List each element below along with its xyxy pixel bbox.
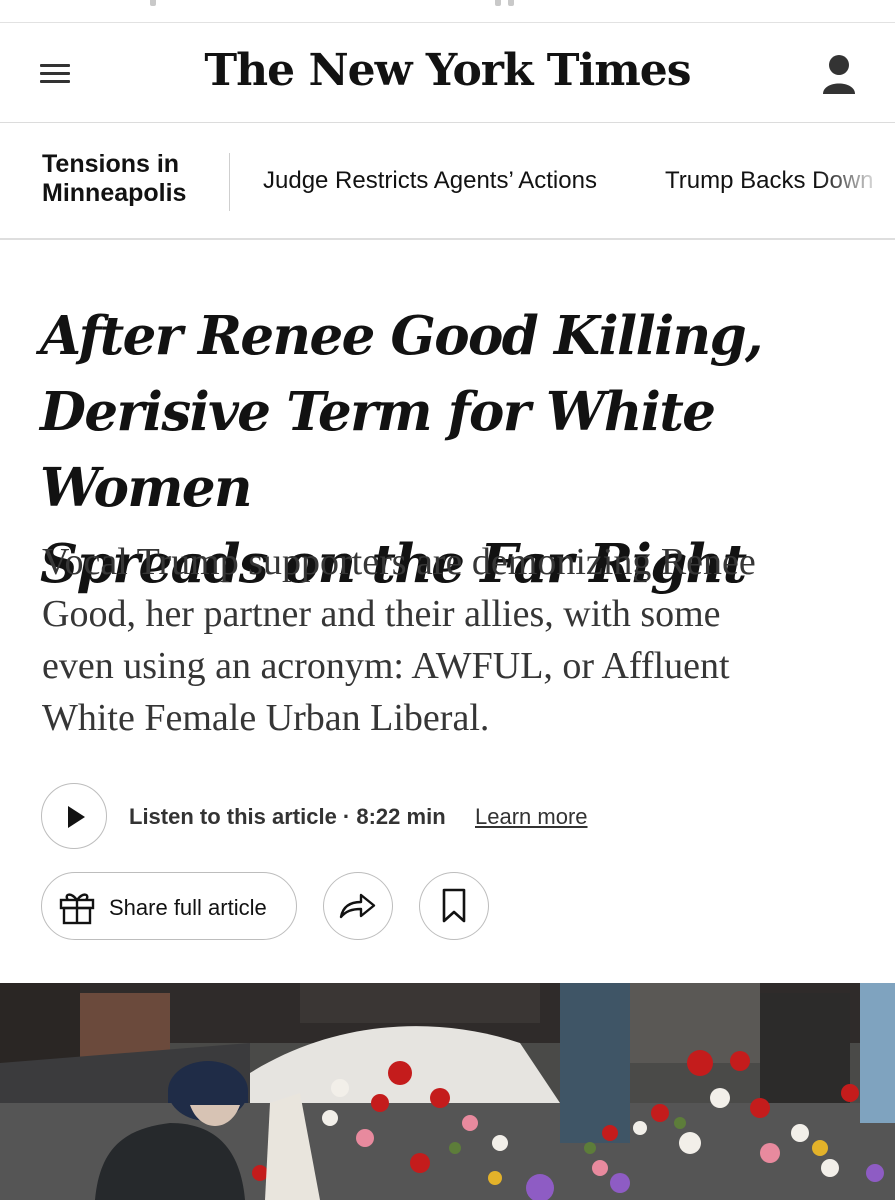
share-arrow-icon <box>339 893 376 919</box>
nyt-logo[interactable]: The New York Times <box>0 45 895 96</box>
subnav-divider <box>229 153 230 211</box>
headline-line: After Renee Good Killing, <box>40 305 763 367</box>
masthead: The New York Times <box>0 23 895 123</box>
play-button[interactable] <box>41 783 107 849</box>
save-bookmark-button[interactable] <box>419 872 489 940</box>
user-account-icon[interactable] <box>818 53 860 97</box>
subnav-fade <box>820 123 895 236</box>
subnav-topic-title[interactable]: Tensions in Minneapolis <box>42 150 186 208</box>
article-summary: Vocal Trump supporters are demonizing Re… <box>42 536 862 744</box>
share-full-article-label: Share full article <box>109 895 267 920</box>
subnav-title-line: Tensions in <box>42 150 180 178</box>
gift-icon <box>58 889 96 930</box>
bookmark-icon <box>442 888 466 923</box>
browser-top-strip <box>0 0 895 23</box>
subnav-link-judge-restricts[interactable]: Judge Restricts Agents’ Actions <box>263 167 597 195</box>
article-actions: Share full article <box>41 872 541 944</box>
share-full-article-button[interactable]: Share full article <box>41 872 297 940</box>
audio-player: Listen to this article · 8:22 min Learn … <box>41 783 741 851</box>
topic-subnav: Tensions in Minneapolis Judge Restricts … <box>0 123 895 240</box>
learn-more-link[interactable]: Learn more <box>475 804 588 830</box>
summary-line: even using an acronym: AWFUL, or Affluen… <box>42 645 730 687</box>
headline-line: Derisive Term for White Women <box>40 381 716 519</box>
summary-line: Vocal Trump supporters are demonizing Re… <box>42 541 756 583</box>
article-lead-photo <box>0 983 895 1200</box>
listen-label: Listen to this article · 8:22 min <box>129 804 446 829</box>
play-icon <box>68 806 85 828</box>
summary-line: Good, her partner and their allies, with… <box>42 593 721 635</box>
summary-line: White Female Urban Liberal. <box>42 697 490 739</box>
subnav-title-line: Minneapolis <box>42 179 187 207</box>
share-button[interactable] <box>323 872 393 940</box>
